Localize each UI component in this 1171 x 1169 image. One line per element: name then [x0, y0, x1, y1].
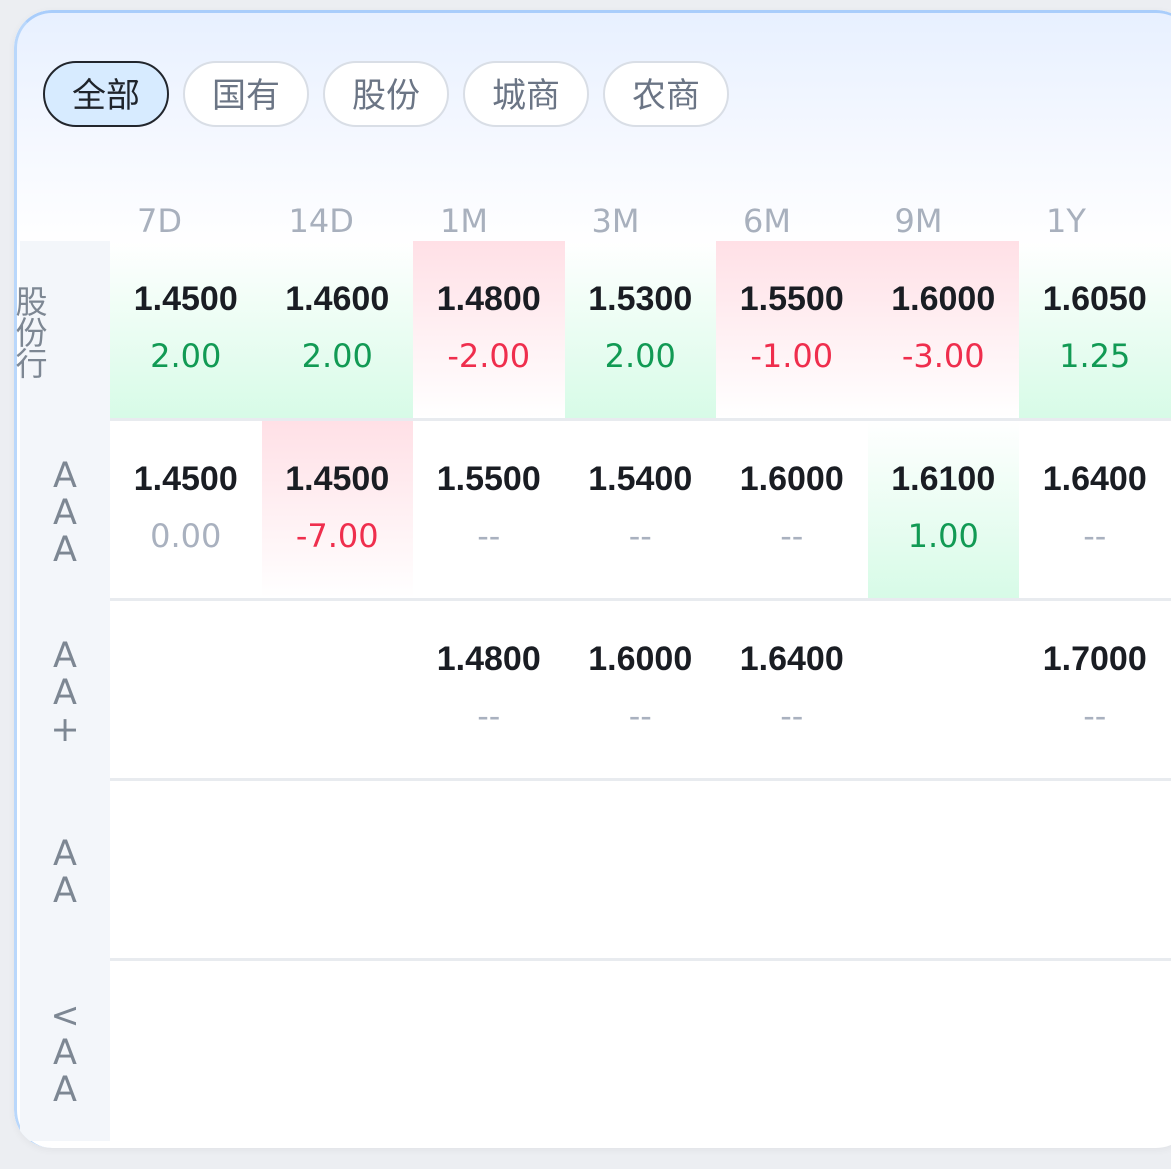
rate-cell[interactable]	[868, 601, 1020, 778]
change-value: --	[1083, 697, 1107, 735]
change-value: -2.00	[447, 337, 531, 375]
rate-value: 1.6000	[588, 640, 693, 678]
rate-value: 1.6400	[1042, 460, 1147, 498]
rate-value: 1.4500	[133, 280, 238, 318]
change-value: --	[628, 517, 652, 555]
rate-value: 1.7000	[1042, 640, 1147, 678]
rate-cell[interactable]: 1.6000 --	[716, 421, 868, 598]
rate-card: 全部 国有 股份 城商 农商 7D 14D 1M 3M 6M 9M 1Y 国有 …	[14, 10, 1171, 1148]
change-value: -3.00	[901, 337, 985, 375]
rate-value: 1.5500	[739, 280, 844, 318]
rate-cell[interactable]: 1.4800 --	[413, 601, 565, 778]
rate-cell[interactable]: 1.6100 1.00	[867, 421, 1019, 598]
change-value: --	[477, 697, 501, 735]
change-value: -7.00	[295, 517, 379, 555]
change-value: --	[780, 697, 804, 735]
rate-cell[interactable]: 1.4500 2.00	[110, 241, 262, 418]
rate-cell[interactable]: 1.7000 --	[1019, 601, 1171, 778]
rate-cell[interactable]: 1.4600 2.00	[261, 241, 413, 418]
rate-cell[interactable]: 1.4500 0.00	[110, 421, 262, 598]
row-label-aaa: AAA	[20, 421, 110, 601]
rate-value: 1.5500	[436, 460, 541, 498]
rating-label: AA	[45, 834, 85, 908]
rate-cell[interactable]	[262, 601, 414, 778]
rate-cell[interactable]: 1.5300 2.00	[564, 241, 716, 418]
change-value: --	[477, 517, 501, 555]
filter-all-chip[interactable]: 全部	[43, 61, 169, 127]
rate-value: 1.4500	[285, 460, 390, 498]
change-value: 1.00	[907, 517, 979, 555]
rate-value: 1.6100	[891, 460, 996, 498]
rate-value: 1.6000	[739, 460, 844, 498]
filter-rural-commercial-chip[interactable]: 农商	[603, 61, 729, 127]
filter-city-commercial-chip[interactable]: 城商	[463, 61, 589, 127]
change-value: 2.00	[604, 337, 676, 375]
rate-value: 1.5300	[588, 280, 693, 318]
rate-cell[interactable]: 1.5400 --	[565, 421, 717, 598]
rate-value: 1.5400	[588, 460, 693, 498]
change-value: 1.25	[1059, 337, 1131, 375]
rate-table: 国有 股份行 1.4500 2.00 1.4600 2.00 1.4800 -2.00…	[14, 241, 1171, 1141]
rate-value: 1.6000	[891, 280, 996, 318]
bank-type-filter-group: 全部 国有 股份 城商 农商	[43, 61, 729, 127]
rate-cell[interactable]: 1.6400 --	[716, 601, 868, 778]
change-value: 2.00	[150, 337, 222, 375]
rate-cell[interactable]: 1.5500 -1.00	[716, 241, 868, 418]
change-value: -1.00	[750, 337, 834, 375]
rate-value: 1.4800	[436, 640, 541, 678]
rate-row-aaa: AAA 1.4500 0.00 1.4500 -7.00 1.5500 -- 1.54…	[20, 421, 1171, 601]
rate-cell[interactable]: 1.6400 --	[1019, 421, 1171, 598]
rate-cell[interactable]: 1.6050 1.25	[1019, 241, 1171, 418]
row-label-aa: AA	[20, 781, 110, 961]
change-value: --	[1083, 517, 1107, 555]
change-value: 2.00	[301, 337, 373, 375]
change-value: --	[780, 517, 804, 555]
row-label-below-aa: <AA	[20, 961, 110, 1141]
rate-cell[interactable]: 1.6000 -3.00	[867, 241, 1019, 418]
change-value: 0.00	[150, 517, 222, 555]
rate-cell[interactable]	[110, 601, 262, 778]
rate-value: 1.4800	[436, 280, 541, 318]
rating-label: <AA	[45, 995, 85, 1107]
rate-row-aa: AA	[20, 781, 1171, 961]
rate-value: 1.4500	[133, 460, 238, 498]
rate-value: 1.6050	[1042, 280, 1147, 318]
filter-state-owned-chip[interactable]: 国有	[183, 61, 309, 127]
rate-cell[interactable]: 1.4500 -7.00	[261, 421, 413, 598]
rate-row-below-aa: <AA	[20, 961, 1171, 1141]
rate-value: 1.6400	[739, 640, 844, 678]
rate-cell[interactable]: 1.5500 --	[413, 421, 565, 598]
rate-cell[interactable]: 1.4800 -2.00	[413, 241, 565, 418]
row-label-state-joint-stock: 国有 股份行	[14, 241, 110, 421]
rating-label: AAA	[45, 455, 85, 567]
rating-label: AA+	[45, 635, 85, 747]
row-label-joint-stock: 股份行	[14, 284, 49, 378]
change-value: --	[628, 697, 652, 735]
rate-row-aa-plus: AA+ 1.4800 -- 1.6000 -- 1.6400 -- 1.7000 --	[20, 601, 1171, 781]
filter-joint-stock-chip[interactable]: 股份	[323, 61, 449, 127]
row-label-aa-plus: AA+	[20, 601, 110, 781]
rate-row-state-joint-stock: 国有 股份行 1.4500 2.00 1.4600 2.00 1.4800 -2.00…	[14, 241, 1171, 421]
rate-cell[interactable]: 1.6000 --	[565, 601, 717, 778]
rate-value: 1.4600	[285, 280, 390, 318]
